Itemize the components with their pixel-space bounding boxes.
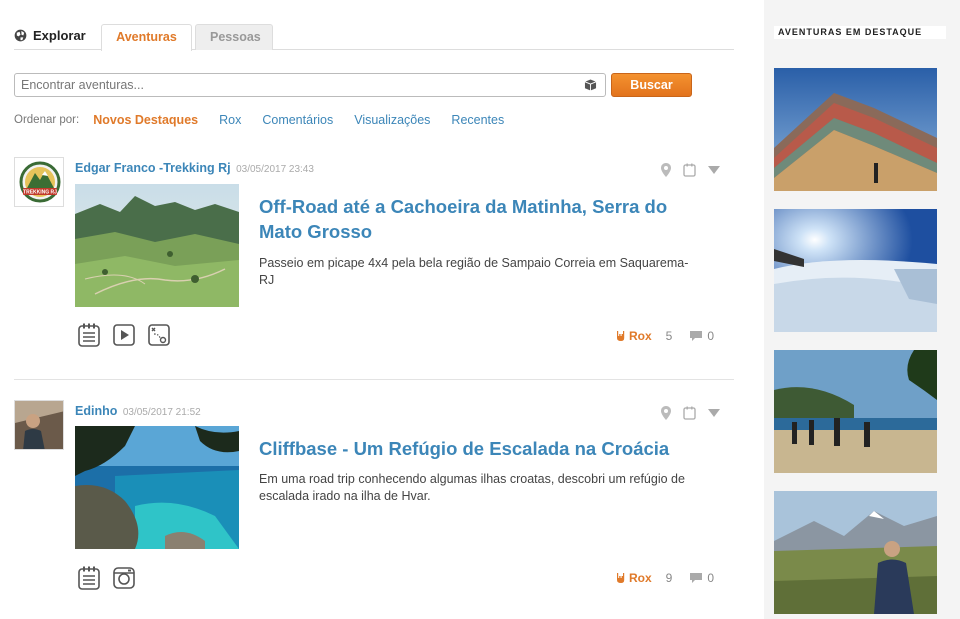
post-tools [661, 406, 720, 420]
author-link[interactable]: Edgar Franco -Trekking Rj [75, 161, 231, 175]
sort-rox[interactable]: Rox [219, 113, 241, 127]
featured-adventure-image[interactable] [774, 209, 937, 332]
valley-photo [75, 184, 239, 307]
svg-text:TREKKING RJ: TREKKING RJ [23, 190, 57, 196]
sort-recentes[interactable]: Recentes [451, 113, 504, 127]
chevron-down-icon[interactable] [708, 409, 720, 417]
location-pin-icon[interactable] [661, 406, 671, 420]
trekking-rj-logo: TREKKING RJ [15, 158, 63, 206]
comment-count: 0 [707, 571, 714, 585]
featured-sidebar: AVENTURAS EM DESTAQUE [764, 0, 960, 619]
explore-heading: Explorar [14, 28, 86, 43]
search-button[interactable]: Buscar [611, 73, 692, 97]
sea-cliff-photo [75, 426, 239, 549]
mountain-hiker-photo [774, 491, 937, 614]
rox-label: Rox [628, 329, 652, 343]
sort-visualizacoes[interactable]: Visualizações [354, 113, 430, 127]
search-box [14, 73, 606, 97]
tab-aventuras[interactable]: Aventuras [101, 24, 192, 51]
calendar-list-icon[interactable] [77, 323, 101, 347]
location-pin-icon[interactable] [661, 163, 671, 177]
post-title[interactable]: Off-Road até a Cachoeira da Matinha, Ser… [259, 194, 709, 244]
post-meta: Edinho 03/05/2017 21:52 [75, 404, 201, 418]
post-date: 03/05/2017 23:43 [236, 164, 314, 175]
camera-icon[interactable] [112, 566, 136, 590]
comments-button[interactable]: 0 [690, 329, 714, 343]
snow-field-photo [774, 209, 937, 332]
post-stats: Rox 9 0 [615, 571, 714, 585]
route-map-icon[interactable] [147, 323, 171, 347]
post-media-icons [77, 323, 171, 347]
calendar-icon[interactable] [683, 406, 696, 420]
adventure-post: Edinho 03/05/2017 21:52 Cliffbase - Um R… [14, 400, 734, 600]
post-thumbnail[interactable] [75, 426, 239, 549]
adventure-post: TREKKING RJ Edgar Franco -Trekking Rj 03… [14, 157, 734, 380]
globe-icon [14, 29, 27, 42]
rox-button[interactable]: Rox [615, 571, 652, 585]
rox-count: 5 [665, 329, 673, 343]
sort-comentarios[interactable]: Comentários [262, 113, 333, 127]
post-date: 03/05/2017 21:52 [122, 407, 201, 418]
post-description: Em uma road trip conhecendo algumas ilha… [259, 472, 685, 503]
calendar-list-icon[interactable] [77, 566, 101, 590]
post-meta: Edgar Franco -Trekking Rj 03/05/2017 23:… [75, 161, 314, 175]
chevron-down-icon[interactable] [708, 166, 720, 174]
featured-adventure-image[interactable] [774, 350, 937, 473]
play-icon[interactable] [112, 323, 136, 347]
sort-novos-destaques[interactable]: Novos Destaques [93, 113, 198, 127]
post-media-icons [77, 566, 136, 590]
category-cube-icon[interactable] [584, 79, 597, 91]
post-thumbnail[interactable] [75, 184, 239, 307]
explore-tab-bar: Explorar Aventuras Pessoas [14, 24, 734, 51]
explore-label: Explorar [33, 28, 86, 43]
avatar[interactable]: TREKKING RJ [14, 157, 64, 207]
rock-hand-icon [616, 331, 625, 341]
featured-adventure-image[interactable] [774, 491, 937, 614]
post-tools [661, 163, 720, 177]
comment-icon [690, 572, 703, 583]
featured-heading: AVENTURAS EM DESTAQUE [774, 26, 946, 39]
comment-icon [690, 330, 703, 341]
comments-button[interactable]: 0 [690, 571, 714, 585]
sort-label: Ordenar por: [14, 114, 80, 126]
search-input[interactable] [15, 74, 575, 96]
rainbow-mountain-photo [774, 68, 937, 191]
rock-hand-icon [616, 573, 625, 583]
post-description: Passeio em picape 4x4 pela bela região d… [259, 256, 689, 287]
comment-count: 0 [707, 329, 714, 343]
avatar[interactable] [14, 400, 64, 450]
featured-adventure-image[interactable] [774, 68, 937, 191]
rox-button[interactable]: Rox [615, 329, 652, 343]
rox-label: Rox [628, 571, 652, 585]
rox-count: 9 [665, 571, 673, 585]
calendar-icon[interactable] [683, 163, 696, 177]
user-photo [15, 401, 63, 449]
sort-options: Ordenar por: Novos Destaques Rox Comentá… [14, 113, 525, 127]
post-stats: Rox 5 0 [615, 329, 714, 343]
beach-hikers-photo [774, 350, 937, 473]
author-link[interactable]: Edinho [75, 404, 117, 418]
post-title[interactable]: Cliffbase - Um Refúgio de Escalada na Cr… [259, 436, 709, 461]
tab-pessoas[interactable]: Pessoas [195, 24, 273, 50]
